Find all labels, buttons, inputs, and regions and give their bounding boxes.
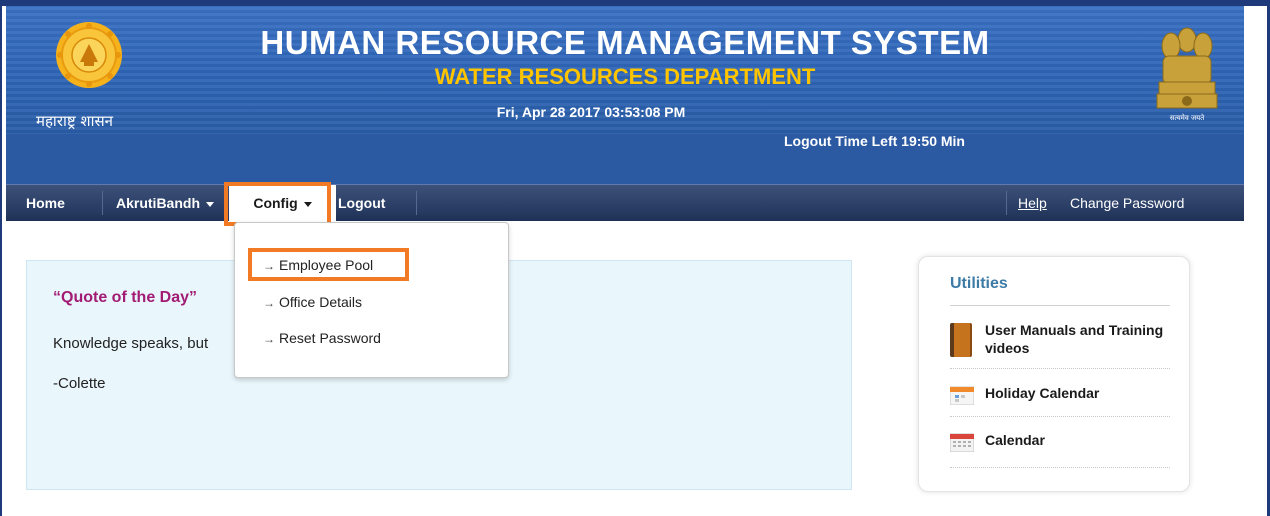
divider [950,416,1170,417]
utility-label: Holiday Calendar [985,385,1100,401]
utility-label: User Manuals and Training videos [985,322,1164,356]
nav-separator [416,191,417,215]
nav-config-label: Config [253,195,298,211]
arrow-right-icon: → [263,259,275,273]
divider [950,305,1170,306]
utility-user-manuals[interactable]: User Manuals and Training videos [950,321,1180,361]
book-icon [950,323,972,357]
menu-item-reset-password[interactable]: → Reset Password [263,330,381,346]
utility-label: Calendar [985,432,1045,448]
menu-item-employee-pool[interactable]: → Employee Pool [263,257,373,273]
menu-item-label: Reset Password [279,330,381,346]
header-band [6,134,1244,184]
quote-title: “Quote of the Day” [53,289,198,306]
page-title: HUMAN RESOURCE MANAGEMENT SYSTEM [260,24,990,61]
department-subtitle: WATER RESOURCES DEPARTMENT [434,64,816,89]
nav-separator [1006,191,1007,215]
menu-item-label: Office Details [279,294,362,310]
utilities-panel: Utilities User Manuals and Training vide… [918,256,1190,492]
divider [950,368,1170,369]
nav-home[interactable]: Home [26,185,65,221]
frame-border-left [0,0,2,516]
quote-text: Knowledge speaks, but [53,335,209,352]
nav-separator [102,191,103,215]
menu-item-label: Employee Pool [279,257,374,273]
logout-timer: Logout Time Left 19:50 Min [784,133,965,149]
menu-item-office-details[interactable]: → Office Details [263,294,362,310]
divider [950,467,1170,468]
utilities-title: Utilities [950,275,1008,292]
utility-holiday-calendar[interactable]: Holiday Calendar [950,383,1180,407]
quote-author: -Colette [53,375,106,392]
emblem-motto: सत्यमेव जयते [1170,113,1205,122]
arrow-right-icon: → [263,332,275,346]
arrow-right-icon: → [263,296,275,310]
utility-calendar[interactable]: Calendar [950,430,1180,454]
site-header: महाराष्ट्र शासन HUMAN RESOURCE MANAGEMEN… [6,6,1244,184]
calendar-icon [950,433,974,452]
nav-akrutibandh-label: AkrutiBandh [116,195,200,211]
chevron-down-icon [303,201,312,207]
change-password-link[interactable]: Change Password [1070,185,1184,221]
chevron-down-icon [206,201,214,207]
current-datetime: Fri, Apr 28 2017 03:53:08 PM [496,104,686,120]
nav-akrutibandh[interactable]: AkrutiBandh [116,185,214,221]
nav-logout[interactable]: Logout [338,185,385,221]
help-link[interactable]: Help [1018,185,1047,221]
main-nav: Home AkrutiBandh Config Logout Help Chan… [6,184,1244,221]
national-emblem-icon: सत्यमेव जयते [1156,27,1218,122]
nav-config[interactable]: Config [229,185,336,221]
holiday-calendar-icon [950,386,974,405]
config-dropdown-menu: → Employee Pool → Office Details → Reset Pa… [234,222,509,378]
